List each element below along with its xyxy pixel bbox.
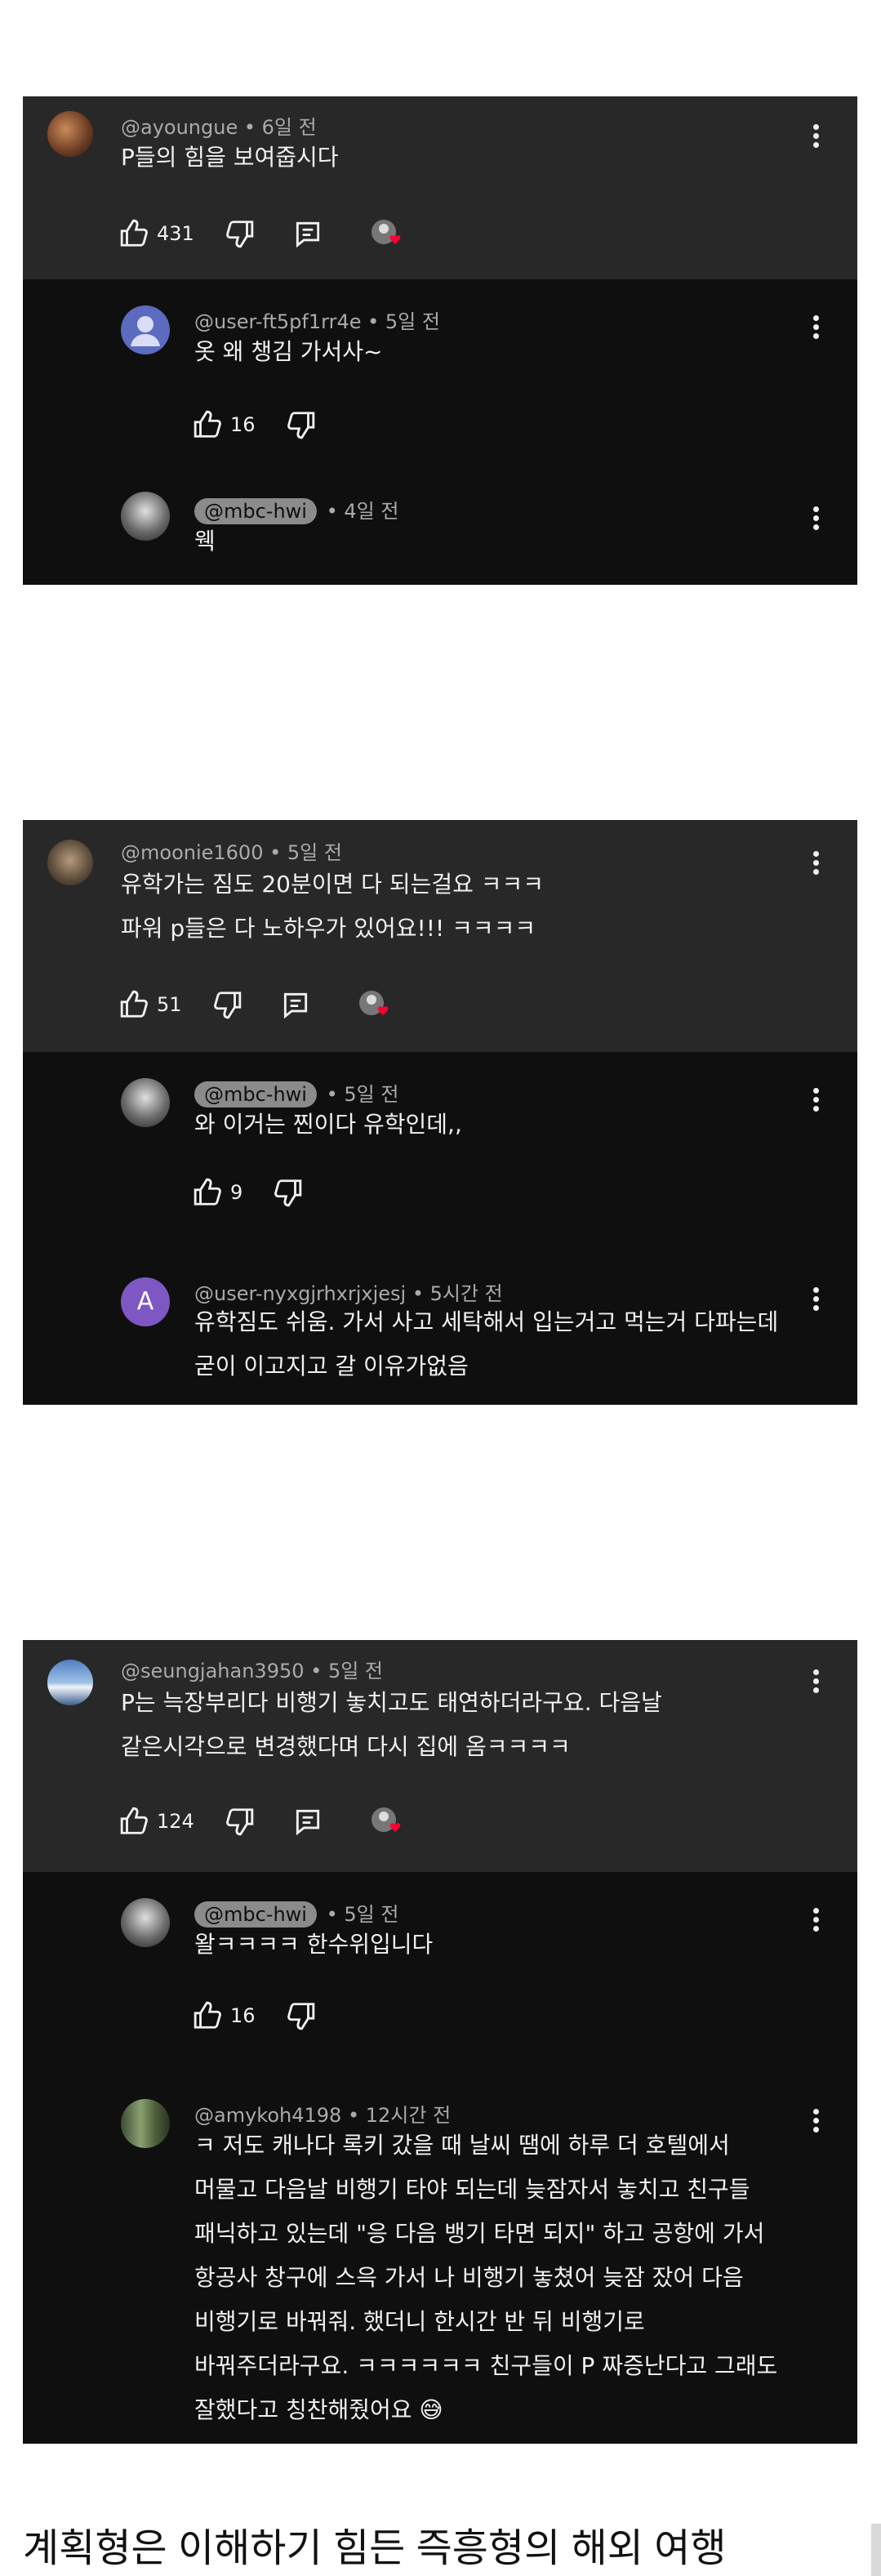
comment-text: 유학짐도 쉬움. 가서 사고 세탁해서 입는거고 먹는거 다파는데 굳이 이고지… — [194, 1308, 779, 1379]
thumbs-down-icon — [274, 1179, 302, 1207]
avatar[interactable] — [121, 1078, 170, 1127]
like-button[interactable]: 9 — [193, 1177, 242, 1208]
like-button[interactable]: 431 — [119, 218, 194, 249]
reply-2: A @user-nyxgjrhxrjxjesj • 5시간 전 유학짐도 쉬움.… — [23, 1241, 857, 1405]
comment-actions: 16 — [193, 1999, 345, 2032]
thumbs-up-icon — [120, 219, 148, 247]
comment-text: 웩 — [194, 528, 216, 555]
creator-heart — [369, 1805, 407, 1838]
avatar[interactable] — [47, 1660, 93, 1705]
reply-icon — [296, 1809, 319, 1836]
comment-text: 옷 왜 챙김 가서사~ — [194, 338, 383, 365]
comment-actions: 9 — [193, 1176, 332, 1209]
page-caption: 계획형은 이해하기 힘든 즉흥형의 해외 여행 — [23, 2527, 727, 2570]
like-count: 16 — [230, 2004, 256, 2027]
comment-text: P들의 힘을 보여줍시다 — [121, 144, 339, 171]
dislike-button[interactable] — [224, 1806, 255, 1837]
thumbs-up-icon — [120, 990, 148, 1018]
thumbs-down-icon — [287, 412, 314, 439]
dislike-button[interactable] — [272, 1177, 303, 1208]
thumbs-up-icon — [194, 2001, 221, 2029]
comment-thread-1: @ayoungue • 6일 전 P들의 힘을 보여줍시다 431 @user-… — [23, 96, 857, 585]
top-comment: @moonie1600 • 5일 전 유학가는 짐도 20분이면 다 되는걸요 … — [23, 820, 857, 1052]
top-comment: @seungjahan3950 • 5일 전 P는 늑장부리다 비행기 놓치고도… — [23, 1640, 857, 1872]
timestamp: • 5일 전 — [310, 1660, 383, 1682]
reply-button[interactable] — [280, 989, 311, 1020]
reply-2: @amykoh4198 • 12시간 전 ㅋ 저도 캐나다 록키 갔을 때 날씨… — [23, 2065, 857, 2444]
comment-actions: 16 — [193, 408, 345, 441]
top-comment: @ayoungue • 6일 전 P들의 힘을 보여줍시다 431 — [23, 96, 857, 279]
like-button[interactable]: 124 — [119, 1806, 194, 1837]
thumbs-down-icon — [225, 1808, 254, 1836]
comment-actions: 124 — [119, 1805, 436, 1838]
author-handle[interactable]: @moonie1600 — [121, 841, 263, 864]
avatar[interactable]: A — [121, 1277, 170, 1326]
dislike-button[interactable] — [285, 409, 316, 440]
more-options-icon[interactable] — [812, 312, 820, 345]
avatar[interactable] — [47, 840, 93, 885]
more-options-icon[interactable] — [812, 1905, 820, 1937]
comment-thread-2: @moonie1600 • 5일 전 유학가는 짐도 20분이면 다 되는걸요 … — [23, 820, 857, 1405]
thumbs-down-icon — [287, 2003, 314, 2030]
heart-icon — [358, 991, 388, 1015]
like-count: 16 — [230, 413, 256, 436]
avatar[interactable] — [121, 2099, 170, 2148]
comment-meta: @mbc-hwi • 4일 전 — [194, 495, 398, 524]
scrollbar[interactable] — [871, 2524, 881, 2576]
reply-2: @mbc-hwi • 4일 전 웩 — [23, 474, 857, 585]
reply-button[interactable] — [292, 218, 323, 249]
more-options-icon[interactable] — [812, 1284, 820, 1317]
creator-heart — [369, 217, 407, 250]
avatar[interactable] — [121, 305, 170, 354]
avatar-letter: A — [136, 1287, 154, 1316]
more-options-icon[interactable] — [812, 1666, 820, 1699]
more-options-icon[interactable] — [812, 1085, 820, 1117]
more-options-icon[interactable] — [812, 503, 820, 536]
more-options-icon[interactable] — [812, 848, 820, 880]
reply-1: @mbc-hwi • 5일 전 와 이거는 찐이다 유학인데,, 9 — [23, 1052, 857, 1241]
creator-heart — [357, 988, 394, 1021]
comment-text: 왈ㅋㅋㅋㅋ 한수위입니다 — [194, 1931, 434, 1958]
reply-1: @user-ft5pf1rr4e • 5일 전 옷 왜 챙김 가서사~ 16 — [23, 279, 857, 474]
comment-text: P는 늑장부리다 비행기 놓치고도 태연하더라구요. 다음날 같은시각으로 변경… — [121, 1689, 662, 1760]
reply-1: @mbc-hwi • 5일 전 왈ㅋㅋㅋㅋ 한수위입니다 16 — [23, 1872, 857, 2065]
timestamp: • 5일 전 — [269, 841, 342, 864]
comment-thread-3: @seungjahan3950 • 5일 전 P는 늑장부리다 비행기 놓치고도… — [23, 1640, 857, 2444]
comment-meta: @moonie1600 • 5일 전 — [121, 836, 342, 865]
reply-icon — [296, 221, 319, 248]
thumbs-down-icon — [213, 992, 241, 1019]
like-count: 51 — [157, 993, 182, 1016]
comment-meta: @seungjahan3950 • 5일 전 — [121, 1655, 383, 1683]
comment-text: 유학가는 짐도 20분이면 다 되는걸요 ㅋㅋㅋ 파워 p들은 다 노하우가 있… — [121, 871, 545, 942]
avatar[interactable] — [47, 111, 93, 157]
comment-actions: 431 — [119, 217, 436, 250]
thumbs-up-icon — [194, 1178, 221, 1206]
comment-text: ㅋ 저도 캐나다 록키 갔을 때 날씨 땜에 하루 더 호텔에서 머물고 다음날… — [194, 2132, 778, 2423]
more-options-icon[interactable] — [812, 121, 820, 154]
thumbs-up-icon — [194, 410, 221, 438]
comment-text: 와 이거는 찐이다 유학인데,, — [194, 1111, 462, 1138]
dislike-button[interactable] — [211, 989, 242, 1020]
default-user-icon — [131, 316, 160, 346]
like-count: 9 — [230, 1181, 243, 1204]
thumbs-up-icon — [120, 1807, 148, 1834]
like-button[interactable]: 16 — [193, 409, 256, 440]
avatar[interactable] — [121, 492, 170, 541]
like-count: 431 — [157, 222, 194, 245]
comment-actions: 51 — [119, 988, 424, 1021]
like-button[interactable]: 16 — [193, 2000, 256, 2031]
reply-button[interactable] — [292, 1806, 323, 1837]
more-options-icon[interactable] — [812, 2106, 820, 2138]
dislike-button[interactable] — [224, 218, 255, 249]
heart-icon — [371, 1807, 401, 1832]
like-count: 124 — [157, 1810, 194, 1833]
thumbs-down-icon — [225, 221, 254, 248]
timestamp: • 4일 전 — [326, 500, 399, 523]
author-handle[interactable]: @seungjahan3950 — [121, 1660, 305, 1682]
heart-icon — [371, 220, 401, 244]
avatar[interactable] — [121, 1898, 170, 1947]
like-button[interactable]: 51 — [119, 989, 182, 1020]
reply-icon — [283, 992, 307, 1019]
dislike-button[interactable] — [285, 2000, 316, 2031]
